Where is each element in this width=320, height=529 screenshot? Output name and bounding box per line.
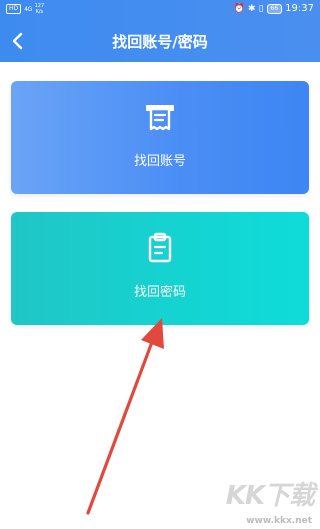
network-signal: 4G [24,5,32,13]
bluetooth-icon: ✱ [248,4,256,14]
annotation-arrow-shaft [86,340,154,515]
receipt-icon [146,105,174,131]
watermark-url: www.kkx.net [246,516,312,526]
clock: 19:37 [285,3,314,14]
title-bar: 找回账号/密码 [0,20,320,62]
network-speed: 127 K/s [35,3,45,15]
alarm-icon: ⏰ [233,4,246,14]
vibrate-icon: ▯ [258,4,264,14]
network-speed-unit: K/s [35,9,44,15]
retrieve-password-card[interactable]: 找回密码 [11,212,309,325]
watermark: KK下载 www.kkx.net [194,481,316,527]
clipboard-icon [148,232,172,263]
watermark-logo: KK下载 [225,481,315,511]
hd-badge: HD [6,4,22,14]
page-title: 找回账号/密码 [112,33,208,51]
status-bar: HD 4G 127 K/s ⏰ ✱ ▯ 66 19:37 [0,0,320,20]
retrieve-password-label: 找回密码 [133,285,186,300]
status-bar-left: HD 4G 127 K/s [6,3,44,15]
retrieve-account-label: 找回账号 [133,154,186,169]
status-bar-right: ⏰ ✱ ▯ 66 19:37 [234,3,314,15]
retrieve-account-card[interactable]: 找回账号 [11,81,309,194]
battery-indicator: 66 [266,4,283,14]
